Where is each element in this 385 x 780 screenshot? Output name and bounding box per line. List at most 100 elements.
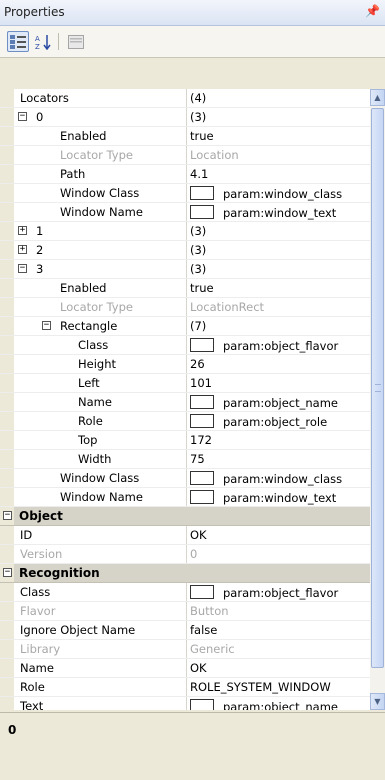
property-name-cell[interactable]: Role [14, 678, 187, 696]
property-value-cell[interactable]: Button [190, 602, 370, 622]
property-row[interactable]: Left 101 [0, 374, 370, 393]
property-row[interactable]: −Locators(4) [0, 89, 370, 108]
property-name-cell[interactable]: Locator Type [14, 298, 187, 316]
property-name-cell[interactable]: Top [14, 431, 187, 449]
property-value-cell[interactable]: (3) [190, 222, 370, 242]
property-value-cell[interactable]: LocationRect [190, 298, 370, 318]
property-value-cell[interactable]: param:object_name [190, 393, 370, 413]
property-name-cell[interactable]: Text [14, 697, 187, 710]
property-value-cell[interactable]: (4) [190, 89, 370, 109]
property-name-cell[interactable]: Version [14, 545, 187, 563]
property-row[interactable]: Flavor Button [0, 602, 370, 621]
property-row[interactable]: −3 (3) [0, 260, 370, 279]
collapse-icon[interactable]: − [18, 112, 27, 121]
property-row[interactable]: +1 (3) [0, 222, 370, 241]
property-row[interactable]: Name OK [0, 659, 370, 678]
property-value-cell[interactable]: (3) [190, 260, 370, 280]
property-row[interactable]: ID OK [0, 526, 370, 545]
property-value-cell[interactable]: 0 [190, 545, 370, 565]
property-value-cell[interactable]: param:window_class [190, 469, 370, 489]
property-name-cell[interactable]: Class [14, 336, 187, 354]
property-value-cell[interactable]: true [190, 127, 370, 147]
property-name-cell[interactable]: Flavor [14, 602, 187, 620]
property-name-cell[interactable]: Path [14, 165, 187, 183]
property-value-cell[interactable]: param:window_class [190, 184, 370, 204]
property-name-cell[interactable]: +2 [14, 241, 187, 259]
property-pages-button[interactable] [65, 31, 87, 52]
category-row[interactable]: − Recognition [0, 564, 370, 583]
property-value-cell[interactable]: param:window_text [190, 488, 370, 508]
property-value-cell[interactable]: (7) [190, 317, 370, 337]
property-row[interactable]: Height 26 [0, 355, 370, 374]
property-value-cell[interactable]: 75 [190, 450, 370, 470]
property-name-cell[interactable]: Width [14, 450, 187, 468]
property-name-cell[interactable]: Locator Type [14, 146, 187, 164]
collapse-icon[interactable]: − [18, 264, 27, 273]
property-row[interactable]: Text param:object_name [0, 697, 370, 710]
collapse-icon[interactable]: − [3, 511, 12, 520]
property-name-cell[interactable]: Left [14, 374, 187, 392]
property-value-cell[interactable]: true [190, 279, 370, 299]
property-row[interactable]: Ignore Object Name false [0, 621, 370, 640]
alphabetical-button[interactable]: A Z [33, 31, 55, 52]
property-value-cell[interactable]: Location [190, 146, 370, 166]
collapse-icon[interactable]: − [3, 568, 12, 577]
property-name-cell[interactable]: Enabled [14, 279, 187, 297]
property-value-cell[interactable]: OK [190, 659, 370, 679]
property-name-cell[interactable]: −0 [14, 108, 187, 126]
property-value-cell[interactable]: 26 [190, 355, 370, 375]
property-value-cell[interactable]: param:object_flavor [190, 336, 370, 356]
property-row[interactable]: Width 75 [0, 450, 370, 469]
property-name-cell[interactable]: Library [14, 640, 187, 658]
property-row[interactable]: Class param:object_flavor [0, 336, 370, 355]
property-row[interactable]: Library Generic [0, 640, 370, 659]
property-value-cell[interactable]: (3) [190, 108, 370, 128]
property-row[interactable]: Version 0 [0, 545, 370, 564]
property-value-cell[interactable]: (3) [190, 241, 370, 261]
property-name-cell[interactable]: Window Class [14, 469, 187, 487]
property-name-cell[interactable]: Height [14, 355, 187, 373]
property-value-cell[interactable]: false [190, 621, 370, 641]
property-row[interactable]: − Rectangle (7) [0, 317, 370, 336]
property-row[interactable]: Top 172 [0, 431, 370, 450]
property-row[interactable]: Window Class param:window_class [0, 184, 370, 203]
property-row[interactable]: Name param:object_name [0, 393, 370, 412]
property-row[interactable]: Locator Type Location [0, 146, 370, 165]
property-row[interactable]: −0 (3) [0, 108, 370, 127]
vertical-scrollbar[interactable]: ▲ ▼ [370, 89, 385, 710]
expand-icon[interactable]: + [18, 226, 27, 235]
property-name-cell[interactable]: Window Class [14, 184, 187, 202]
property-row[interactable]: Window Class param:window_class [0, 469, 370, 488]
property-value-cell[interactable]: 101 [190, 374, 370, 394]
property-name-cell[interactable]: Enabled [14, 127, 187, 145]
property-value-cell[interactable]: OK [190, 526, 370, 546]
property-row[interactable]: Role param:object_role [0, 412, 370, 431]
property-name-cell[interactable]: Window Name [14, 203, 187, 221]
property-row[interactable]: +2 (3) [0, 241, 370, 260]
property-value-cell[interactable]: param:object_name [190, 697, 370, 710]
pin-icon[interactable]: 📌 [365, 4, 380, 18]
property-name-cell[interactable]: Name [14, 659, 187, 677]
expand-icon[interactable]: + [18, 245, 27, 254]
property-name-cell[interactable]: −Locators [14, 89, 187, 107]
property-name-cell[interactable]: Name [14, 393, 187, 411]
property-row[interactable]: Path 4.1 [0, 165, 370, 184]
property-name-cell[interactable]: Class [14, 583, 187, 601]
scroll-thumb[interactable] [371, 108, 384, 668]
property-row[interactable]: Enabled true [0, 279, 370, 298]
property-name-cell[interactable]: ID [14, 526, 187, 544]
property-value-cell[interactable]: ROLE_SYSTEM_WINDOW [190, 678, 370, 698]
property-value-cell[interactable]: param:object_role [190, 412, 370, 432]
property-row[interactable]: Role ROLE_SYSTEM_WINDOW [0, 678, 370, 697]
property-row[interactable]: Window Name param:window_text [0, 488, 370, 507]
property-name-cell[interactable]: Window Name [14, 488, 187, 506]
categorized-button[interactable] [7, 31, 29, 52]
property-value-cell[interactable]: 4.1 [190, 165, 370, 185]
collapse-icon[interactable]: − [42, 321, 51, 330]
property-row[interactable]: Window Name param:window_text [0, 203, 370, 222]
property-row[interactable]: Locator Type LocationRect [0, 298, 370, 317]
property-row[interactable]: Class param:object_flavor [0, 583, 370, 602]
property-value-cell[interactable]: 172 [190, 431, 370, 451]
property-name-cell[interactable]: Role [14, 412, 187, 430]
property-name-cell[interactable]: Ignore Object Name [14, 621, 187, 639]
